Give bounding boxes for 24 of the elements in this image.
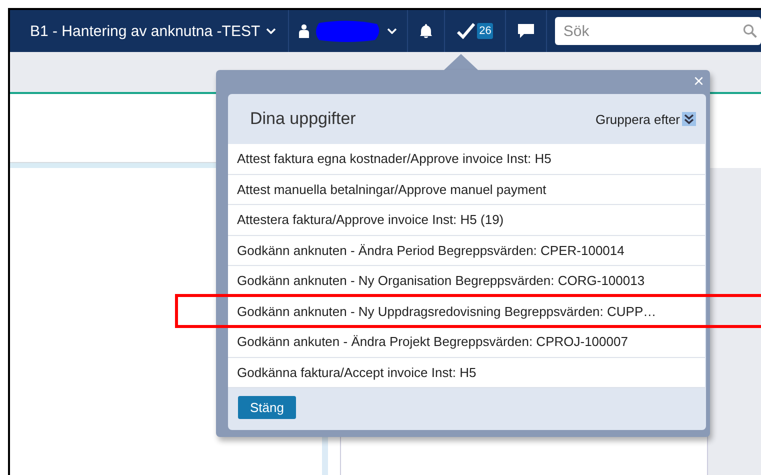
close-button[interactable]: Stäng bbox=[238, 396, 296, 419]
group-by-button[interactable]: Gruppera efter bbox=[595, 112, 696, 126]
task-item[interactable]: Godkänna faktura/Accept invoice Inst: H5 bbox=[228, 358, 705, 388]
speech-bubble-icon bbox=[518, 24, 534, 38]
task-item[interactable]: Godkänn ankuten - Ändra Projekt Begreppsvärden: CPROJ-100007 bbox=[228, 327, 705, 358]
task-item[interactable]: Attest faktura egna kostnader/Approve invoice Inst: H5 bbox=[228, 144, 705, 174]
task-item[interactable]: Godkänn anknuten - Ny Organisation Begreppsvärden: CORG-100013 bbox=[228, 266, 705, 296]
search-field[interactable]: Sök bbox=[555, 17, 761, 45]
popup-title: Dina uppgifter bbox=[250, 109, 356, 129]
tasks-button[interactable]: 26 bbox=[445, 10, 506, 52]
app-title-dropdown[interactable]: B1 - Hantering av anknutna -TEST bbox=[18, 10, 288, 52]
double-chevron-down-icon bbox=[682, 112, 696, 126]
redaction-mark bbox=[315, 20, 382, 42]
task-item[interactable]: Attest manuella betalningar/Approve manuel payment bbox=[228, 174, 705, 205]
task-count-badge: 26 bbox=[477, 23, 494, 39]
user-icon bbox=[299, 24, 310, 38]
task-item[interactable]: Godkänn anknuten - Ändra Period Begreppsvärden: CPER-100014 bbox=[228, 236, 705, 266]
search-icon bbox=[743, 24, 757, 38]
chevron-down-icon bbox=[266, 28, 276, 34]
chevron-down-icon bbox=[387, 28, 398, 34]
checkmark-icon bbox=[457, 23, 476, 39]
task-item[interactable]: Attestera faktura/Approve invoice Inst: H5 (19) bbox=[228, 205, 705, 236]
task-item[interactable]: Godkänn anknuten - Ny Uppdragsredovisning Begreppsvärden: CUPP… bbox=[228, 296, 705, 327]
bell-icon bbox=[420, 24, 432, 38]
